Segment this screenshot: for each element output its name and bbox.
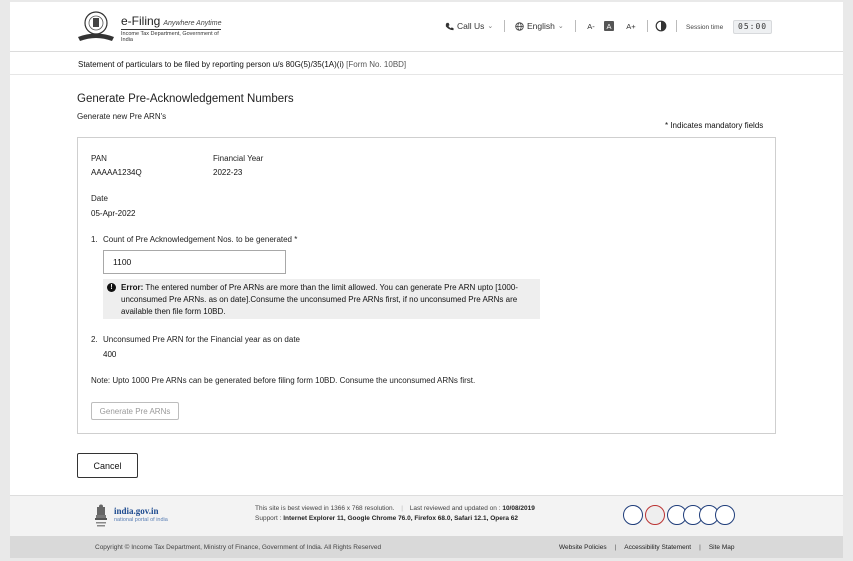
support-text: Support : Internet Explorer 11, Google C… (255, 515, 518, 522)
cancel-button[interactable]: Cancel (77, 453, 138, 478)
divider (575, 20, 576, 32)
date-value: 05-Apr-2022 (91, 209, 136, 218)
pre-arn-count-input[interactable] (103, 250, 286, 274)
pan-label: PAN (91, 154, 107, 163)
note-text: Note: Upto 1000 Pre ARNs can be generate… (91, 376, 476, 385)
statement-text: Statement of particulars to be filed by … (78, 60, 344, 69)
brand-subtitle: Income Tax Department, Government of Ind… (121, 29, 221, 43)
unconsumed-pre-arn-value: 400 (103, 350, 117, 359)
copyright-text: Copyright © Income Tax Department, Minis… (95, 544, 382, 551)
phone-icon (445, 22, 454, 30)
national-emblem-icon[interactable] (94, 504, 108, 528)
certification-logo-icon (623, 505, 643, 525)
chevron-down-icon: ⌄ (487, 23, 494, 30)
error-text: The entered number of Pre ARNs are more … (121, 283, 518, 316)
india-gov-link[interactable]: india.gov.in (114, 506, 159, 516)
brand-name: e-Filing (121, 14, 161, 28)
alert-icon: ! (107, 283, 116, 292)
language-selector[interactable]: English ⌄ (515, 21, 564, 31)
contrast-toggle-icon[interactable] (655, 20, 667, 32)
best-viewed-text: This site is best viewed in 1366 x 768 r… (255, 505, 535, 512)
divider: | (614, 544, 617, 551)
website-policies-link[interactable]: Website Policies (559, 544, 607, 551)
question-2-label: Unconsumed Pre ARN for the Financial yea… (103, 335, 300, 344)
font-increase-icon: A+ (626, 21, 636, 31)
financial-year-value: 2022-23 (213, 168, 243, 177)
session-timer: 05:00 (733, 20, 773, 34)
financial-year-label: Financial Year (213, 154, 264, 163)
globe-icon (515, 21, 524, 31)
divider: | (401, 505, 403, 512)
chevron-down-icon: ⌄ (557, 23, 564, 30)
error-prefix: Error: (121, 283, 144, 292)
last-reviewed-label: Last reviewed and updated on : (409, 505, 501, 512)
call-us-label: Call Us (457, 21, 485, 31)
question-1-label: Count of Pre Acknowledgement Nos. to be … (103, 235, 298, 244)
brand-tagline: Anywhere Anytime (163, 20, 222, 27)
certification-logo-icon (645, 505, 665, 525)
site-map-link[interactable]: Site Map (709, 544, 735, 551)
error-message: ! Error: The entered number of Pre ARNs … (103, 279, 540, 319)
support-label: Support : (255, 515, 282, 522)
divider (10, 74, 843, 75)
accessibility-statement-link[interactable]: Accessibility Statement (624, 544, 691, 551)
divider (676, 20, 677, 32)
footer-links: Website Policies | Accessibility Stateme… (559, 544, 734, 551)
error-text-block: Error: The entered number of Pre ARNs ar… (121, 282, 533, 318)
form-number: [Form No. 10BD] (346, 60, 407, 69)
font-decrease-button[interactable]: A- (585, 20, 597, 32)
font-decrease-icon: A- (587, 21, 595, 31)
page-frame: e-Filing Anywhere Anytime Income Tax Depa… (10, 2, 843, 558)
footer: india.gov.in national portal of india Th… (10, 495, 843, 536)
income-tax-logo-icon[interactable] (76, 10, 116, 42)
language-label: English (527, 21, 555, 31)
last-reviewed-date: 10/08/2019 (502, 505, 535, 512)
question-2-number: 2. (91, 335, 98, 344)
font-increase-button[interactable]: A+ (624, 20, 638, 32)
page-subtitle: Generate new Pre ARN's (77, 112, 167, 121)
divider (504, 20, 505, 32)
bottom-bar: Copyright © Income Tax Department, Minis… (10, 536, 843, 558)
form-card: PAN AAAAA1234Q Financial Year 2022-23 Da… (77, 137, 776, 434)
call-us-menu[interactable]: Call Us ⌄ (445, 21, 493, 31)
pan-value: AAAAA1234Q (91, 168, 142, 177)
divider: | (699, 544, 701, 551)
india-gov-subtitle: national portal of india (114, 517, 168, 523)
certification-logos (623, 503, 735, 527)
font-reset-icon: A (606, 21, 612, 31)
support-browsers: Internet Explorer 11, Google Chrome 76.0… (283, 515, 519, 522)
best-viewed-note: This site is best viewed in 1366 x 768 r… (255, 505, 395, 512)
certification-logo-icon (715, 505, 735, 525)
brand-block[interactable]: e-Filing Anywhere Anytime Income Tax Depa… (121, 14, 221, 43)
question-1-number: 1. (91, 235, 98, 244)
top-header: e-Filing Anywhere Anytime Income Tax Depa… (10, 2, 843, 52)
session-time-label: Session time (686, 24, 724, 31)
statement-heading: Statement of particulars to be filed by … (78, 60, 406, 69)
date-label: Date (91, 194, 108, 203)
mandatory-note: * Indicates mandatory fields (665, 121, 764, 130)
divider (647, 20, 648, 32)
page-title: Generate Pre-Acknowledgement Numbers (77, 93, 294, 105)
font-reset-button[interactable]: A (604, 21, 614, 31)
generate-pre-arns-button[interactable]: Generate Pre ARNs (91, 402, 179, 420)
